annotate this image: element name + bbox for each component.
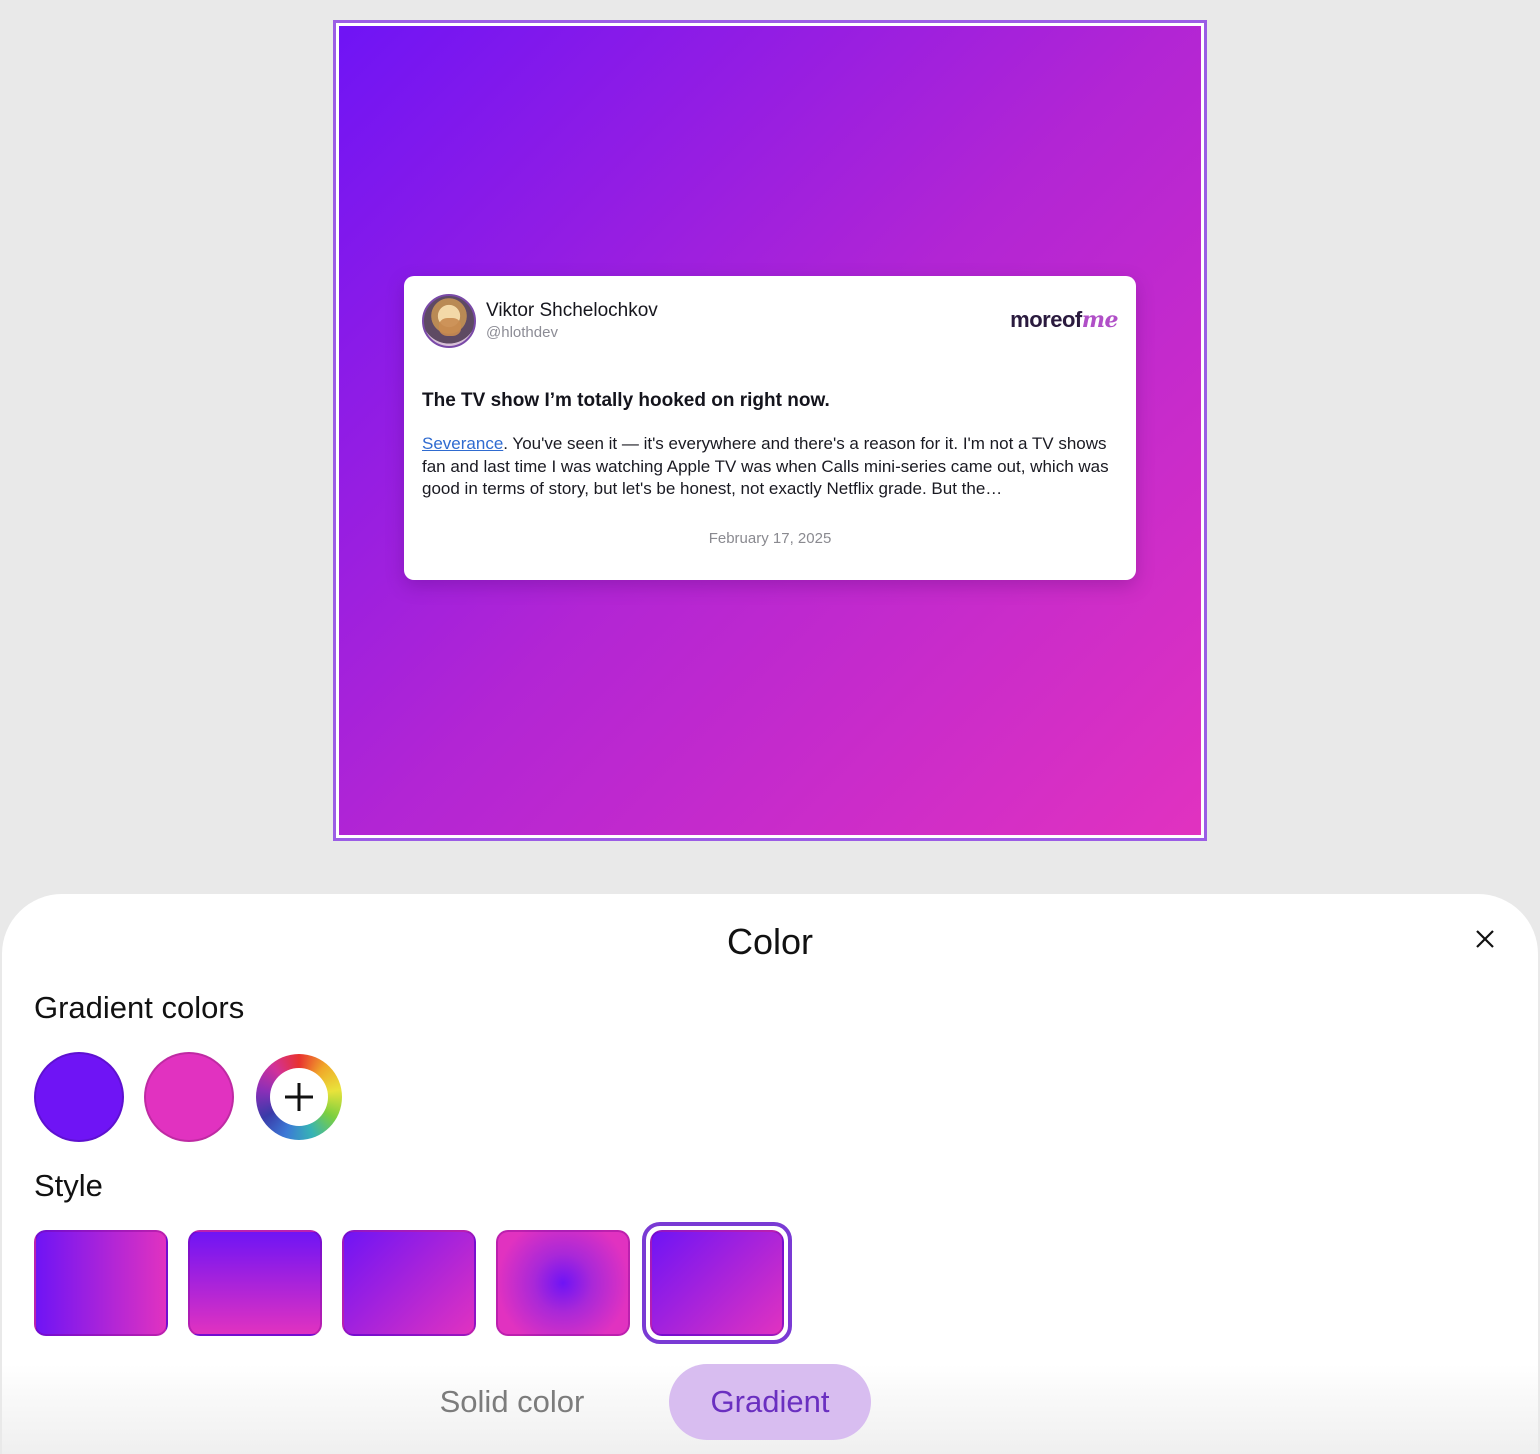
close-icon <box>1476 930 1494 948</box>
post-date: February 17, 2025 <box>708 530 832 547</box>
post-body-text: . You've seen it — it's everywhere and t… <box>422 434 1109 498</box>
style-label: Style <box>34 1168 103 1203</box>
style-linear-diagonal-alt <box>650 1230 784 1336</box>
close-button[interactable] <box>1470 924 1500 954</box>
solid-color-tab[interactable]: Solid color <box>412 1364 612 1440</box>
avatar <box>422 294 476 348</box>
style-linear-diagonal-alt-selected[interactable] <box>642 1222 792 1344</box>
brand-text: moreof <box>1010 307 1082 332</box>
add-color-button[interactable] <box>256 1054 342 1140</box>
brand-text-accent: me <box>1081 307 1119 333</box>
gradient-tab[interactable]: Gradient <box>669 1364 871 1440</box>
brand-logo: moreofme <box>1010 307 1118 333</box>
post-link[interactable]: Severance <box>422 434 503 453</box>
color-swatch-2[interactable] <box>144 1052 234 1142</box>
author-info: Viktor Shchelochkov @hlothdev <box>486 299 1010 343</box>
preview-canvas: Viktor Shchelochkov @hlothdev moreofme T… <box>339 26 1201 835</box>
gradient-colors-label: Gradient colors <box>34 990 245 1025</box>
plus-icon <box>285 1083 313 1111</box>
preview-frame: Viktor Shchelochkov @hlothdev moreofme T… <box>333 20 1207 841</box>
color-swatch-1[interactable] <box>34 1052 124 1142</box>
author-handle: @hlothdev <box>486 324 558 341</box>
card-header: Viktor Shchelochkov @hlothdev moreofme <box>422 293 1119 349</box>
author-name: Viktor Shchelochkov <box>486 300 658 321</box>
color-sheet: Color Gradient colors Style Solid color … <box>2 894 1538 1454</box>
sheet-title: Color <box>726 921 814 962</box>
style-linear-vertical[interactable] <box>188 1230 322 1336</box>
add-color-inner <box>270 1068 328 1126</box>
style-linear-horizontal[interactable] <box>34 1230 168 1336</box>
post-title: The TV show I’m totally hooked on right … <box>422 390 830 411</box>
style-linear-diagonal[interactable] <box>342 1230 476 1336</box>
style-radial[interactable] <box>496 1230 630 1336</box>
post-card: Viktor Shchelochkov @hlothdev moreofme T… <box>404 276 1136 580</box>
post-body: Severance. You've seen it — it's everywh… <box>422 433 1118 500</box>
